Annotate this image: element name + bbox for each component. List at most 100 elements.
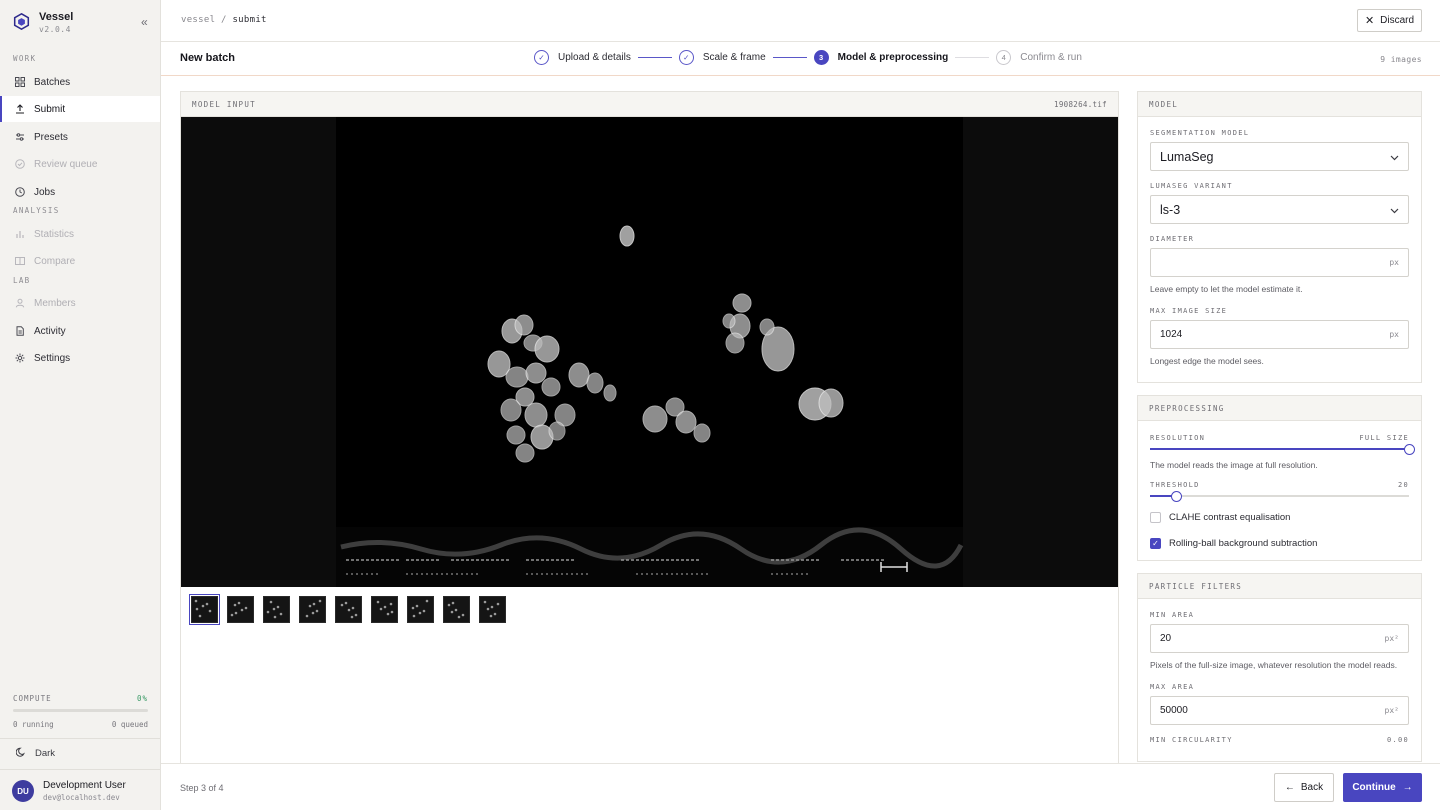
diameter-label: DIAMETER (1150, 235, 1195, 243)
step-number: 4 (996, 50, 1012, 65)
image-thumbnail[interactable] (299, 596, 326, 623)
segmentation-model-select[interactable]: LumaSeg (1150, 142, 1409, 171)
sidebar-item-submit[interactable]: Submit (0, 96, 160, 122)
rolling-ball-checkbox[interactable]: ✓ (1150, 537, 1161, 549)
sidebar-item-label: Submit (34, 103, 66, 115)
variant-select[interactable]: ls-3 (1150, 195, 1409, 224)
max-image-size-value: 1024 (1160, 329, 1183, 340)
min-circularity-value: 0.00 (1386, 736, 1409, 744)
min-area-label: MIN AREA (1150, 611, 1195, 619)
image-thumbnail[interactable] (335, 596, 362, 623)
sidebar-item-label: Jobs (34, 186, 56, 198)
variant-label: LUMASEG VARIANT (1150, 182, 1233, 190)
step-model-preprocessing: 3 Model & preprocessing (813, 50, 949, 65)
slider-handle[interactable] (1170, 491, 1182, 502)
chevron-down-icon (1390, 203, 1399, 217)
collapse-sidebar-icon[interactable]: « (141, 15, 148, 29)
image-viewer[interactable] (181, 117, 1118, 587)
sidebar-item-members: Members (0, 290, 160, 316)
threshold-label: THRESHOLD (1150, 481, 1200, 489)
slider-handle[interactable] (1404, 444, 1415, 455)
sidebar-divider (0, 738, 160, 739)
clahe-checkbox-row[interactable]: CLAHE contrast equalisation (1150, 508, 1409, 526)
step-label: Scale & frame (702, 52, 766, 63)
breadcrumb: vessel / submit (181, 15, 267, 25)
step-label: Upload & details (558, 52, 631, 63)
resolution-slider[interactable] (1150, 444, 1415, 455)
threshold-value: 20 (1397, 481, 1409, 489)
min-circularity-label: MIN CIRCULARITY (1150, 736, 1233, 744)
step-label: Model & preprocessing (837, 52, 949, 63)
compute-status: COMPUTE 0% 0 running 0 queued (13, 694, 148, 729)
sidebar-item-batches[interactable]: Batches (0, 69, 160, 95)
grid-icon (15, 77, 25, 87)
max-area-input[interactable]: 50000 px² (1150, 696, 1409, 725)
clock-icon (15, 187, 25, 197)
max-image-size-hint: Longest edge the model sees. (1150, 356, 1264, 366)
rolling-ball-checkbox-row[interactable]: ✓ Rolling-ball background subtraction (1150, 534, 1409, 552)
image-thumbnail[interactable] (443, 596, 470, 623)
diameter-unit: px (1389, 258, 1399, 267)
preprocessing-card-header: PREPROCESSING (1138, 396, 1421, 421)
sidebar-item-label: Review queue (34, 158, 98, 170)
document-icon (15, 326, 25, 336)
arrow-left-icon: ← (1284, 782, 1295, 793)
sidebar-item-label: Statistics (34, 228, 75, 240)
image-thumbnail[interactable] (479, 596, 506, 623)
max-image-size-input[interactable]: 1024 px (1150, 320, 1409, 349)
clahe-checkbox[interactable] (1150, 511, 1161, 523)
breadcrumb-root[interactable]: vessel (181, 15, 215, 25)
image-thumbnail[interactable] (189, 594, 220, 625)
model-input-panel: MODEL INPUT 1908264.tif (180, 91, 1119, 763)
section-label-lab: LAB (13, 276, 31, 285)
preprocessing-heading: PREPROCESSING (1149, 403, 1225, 413)
min-circularity-label-row: MIN CIRCULARITY 0.00 (1150, 736, 1409, 744)
sidebar-item-activity[interactable]: Activity (0, 318, 160, 344)
user-profile[interactable]: DU Development User dev@localhost.dev (12, 779, 126, 803)
slider-fill (1150, 448, 1409, 450)
image-thumbnail[interactable] (227, 596, 254, 623)
sidebar-item-label: Activity (34, 325, 66, 337)
image-count: 9 images (1380, 55, 1422, 64)
sidebar-item-presets[interactable]: Presets (0, 124, 160, 150)
avatar: DU (12, 780, 34, 802)
breadcrumb-current: submit (232, 15, 267, 25)
user-icon (15, 298, 25, 308)
image-thumbnail[interactable] (407, 596, 434, 623)
app-name: Vessel (39, 11, 74, 23)
moon-icon (15, 747, 26, 760)
vessel-logo-icon (13, 13, 30, 30)
resolution-label-row: RESOLUTION FULL SIZE (1150, 434, 1409, 442)
sidebar-item-settings[interactable]: Settings (0, 345, 160, 371)
particle-filters-heading: PARTICLE FILTERS (1149, 581, 1243, 591)
image-thumbnail[interactable] (263, 596, 290, 623)
app-version: v2.0.4 (39, 25, 71, 34)
back-button[interactable]: ← Back (1274, 773, 1334, 802)
step-bar: New batch ✓ Upload & details ✓ Scale & f… (161, 42, 1440, 76)
model-card-header: MODEL (1138, 92, 1421, 117)
sidebar-item-compare: Compare (0, 248, 160, 274)
step-upload-details[interactable]: ✓ Upload & details (534, 50, 631, 65)
stepper: ✓ Upload & details ✓ Scale & frame 3 Mod… (534, 50, 1082, 65)
step-check-icon: ✓ (534, 50, 549, 65)
threshold-label-row: THRESHOLD 20 (1150, 481, 1409, 489)
min-area-input[interactable]: 20 px² (1150, 624, 1409, 653)
max-image-size-unit: px (1389, 330, 1399, 339)
micrograph-image (181, 117, 1118, 587)
particle-filters-card-header: PARTICLE FILTERS (1138, 574, 1421, 599)
section-label-analysis: ANALYSIS (13, 206, 60, 215)
theme-toggle[interactable]: Dark (15, 747, 55, 760)
particle-filters-card: PARTICLE FILTERS MIN AREA 20 px² Pixels … (1137, 573, 1422, 762)
threshold-slider[interactable] (1150, 491, 1409, 502)
compute-percent: 0% (136, 694, 148, 703)
diameter-input[interactable]: px (1150, 248, 1409, 277)
breadcrumb-separator: / (221, 15, 227, 25)
min-area-hint: Pixels of the full-size image, whatever … (1150, 660, 1398, 670)
image-thumbnail[interactable] (371, 596, 398, 623)
step-scale-frame[interactable]: ✓ Scale & frame (678, 50, 766, 65)
sidebar-item-jobs[interactable]: Jobs (0, 179, 160, 205)
step-label: Confirm & run (1020, 52, 1082, 63)
model-heading: MODEL (1149, 99, 1179, 109)
continue-button[interactable]: Continue → (1343, 773, 1422, 802)
discard-button[interactable]: ✕ Discard (1357, 9, 1422, 32)
